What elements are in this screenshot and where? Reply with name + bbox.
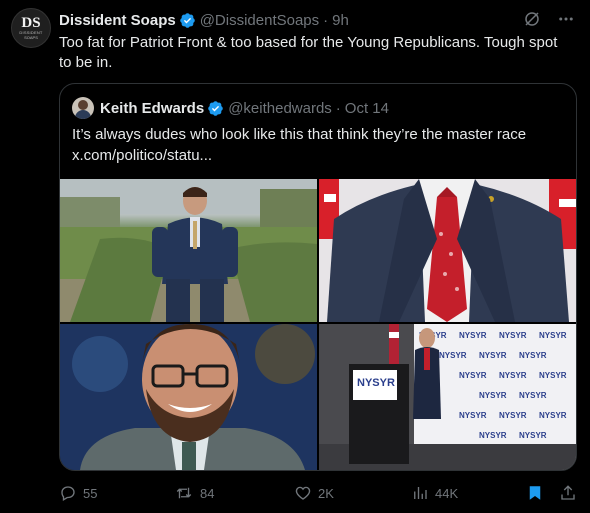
quote-author-name[interactable]: Keith Edwards xyxy=(100,100,204,117)
share-button[interactable] xyxy=(559,480,583,506)
backdrop-logo: NYSYR xyxy=(499,371,527,380)
quote-date[interactable]: Oct 14 xyxy=(345,100,389,117)
backdrop-logo: NYSYR xyxy=(519,391,547,400)
photo-suit-red-tie[interactable] xyxy=(319,179,576,322)
bookmark-icon xyxy=(529,486,541,500)
bookmark-button[interactable] xyxy=(526,480,550,506)
repost-icon xyxy=(176,487,192,499)
backdrop-logo: NYSYR xyxy=(439,351,467,360)
top-icons xyxy=(522,9,576,29)
photo-smiling-man-glasses[interactable] xyxy=(60,324,317,470)
reply-icon xyxy=(61,486,75,501)
author-name[interactable]: Dissident Soaps xyxy=(59,12,176,29)
backdrop-logo: NYSYR xyxy=(479,391,507,400)
like-count: 2K xyxy=(318,485,334,501)
quote-header: Keith Edwards @keithedwards · Oct 14 xyxy=(72,96,389,120)
quote-link[interactable]: x.com/politico/statu... xyxy=(72,145,567,166)
quote-separator: · xyxy=(335,99,341,117)
backdrop-logo: NYSYR xyxy=(539,371,567,380)
backdrop-logo: NYSYR xyxy=(519,351,547,360)
grok-icon[interactable] xyxy=(522,9,542,29)
views-count: 44K xyxy=(435,485,459,501)
header-separator: · xyxy=(323,11,329,29)
quote-text-line: It’s always dudes who look like this tha… xyxy=(72,126,527,143)
backdrop-logo: NYSYR xyxy=(539,331,567,340)
backdrop-logo: NYSYR xyxy=(459,371,487,380)
quote-text: It’s always dudes who look like this tha… xyxy=(72,124,567,166)
tweet-text: Too fat for Patriot Front & too based fo… xyxy=(59,34,558,71)
share-icon xyxy=(561,485,575,500)
backdrop-logo: NYSYR xyxy=(499,331,527,340)
more-icon[interactable] xyxy=(556,9,576,29)
backdrop-logo: NYSYR xyxy=(539,411,567,420)
backdrop-logo: NYSYR xyxy=(519,431,547,440)
like-icon xyxy=(295,486,311,500)
backdrop-logo: NYSYR xyxy=(459,411,487,420)
verified-icon xyxy=(179,12,195,28)
backdrop-logo: NYSYR xyxy=(499,411,527,420)
like-button[interactable]: 2K xyxy=(294,480,334,506)
quote-author-handle[interactable]: @keithedwards xyxy=(228,100,332,117)
views-button[interactable]: 44K xyxy=(411,480,458,506)
photo-grid: NYSYR NYSYR NYSYR NYSYR NYSYR NYSYR NYSY… xyxy=(60,179,576,470)
author-avatar[interactable]: DS DISSIDENT SOAPS xyxy=(11,8,51,48)
verified-icon xyxy=(208,100,223,116)
repost-count: 84 xyxy=(200,485,215,501)
tweet-time[interactable]: 9h xyxy=(332,12,349,29)
quote-author-avatar[interactable] xyxy=(72,97,94,119)
photo-speaker-podium[interactable]: NYSYR NYSYR NYSYR NYSYR NYSYR NYSYR NYSY… xyxy=(319,324,576,470)
backdrop-logo: NYSYR xyxy=(479,431,507,440)
quoted-tweet[interactable]: Keith Edwards @keithedwards · Oct 14 It’… xyxy=(59,83,577,471)
reply-count: 55 xyxy=(83,485,98,501)
podium-sign: NYSYR xyxy=(357,377,395,389)
views-icon xyxy=(414,487,427,499)
avatar-logo-subtext-2: SOAPS xyxy=(24,35,38,40)
tweet-header: Dissident Soaps @DissidentSoaps · 9h xyxy=(59,10,349,30)
backdrop-logo: NYSYR xyxy=(459,331,487,340)
author-handle[interactable]: @DissidentSoaps xyxy=(200,12,319,29)
action-bar: 55 84 2K 44K xyxy=(59,480,581,506)
backdrop-logo: NYSYR xyxy=(479,351,507,360)
repost-button[interactable]: 84 xyxy=(174,480,214,506)
photo-man-walking-garden[interactable] xyxy=(60,179,317,322)
reply-button[interactable]: 55 xyxy=(59,480,97,506)
avatar-logo-text: DS xyxy=(21,15,41,31)
